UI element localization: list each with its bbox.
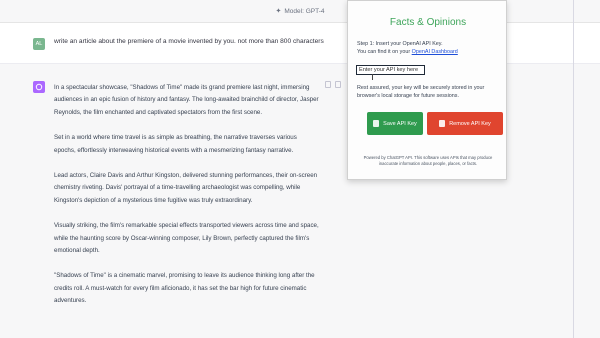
remove-api-key-button[interactable]: Remove API Key — [427, 112, 503, 135]
step-instructions: Step 1: Insert your OpenAI API Key. You … — [357, 40, 502, 56]
paragraph: "Shadows of Time" is a cinematic marvel,… — [54, 272, 315, 305]
sparkle-icon: ✦ — [275, 8, 282, 15]
text-cursor-icon — [372, 74, 373, 80]
step-line-2: You can find it on your OpenAI Dashboard — [357, 48, 502, 56]
save-icon — [373, 120, 380, 127]
scrollbar[interactable] — [573, 0, 574, 338]
paragraph: Set in a world where time travel is as s… — [54, 134, 297, 154]
model-label: Model: GPT-4 — [284, 7, 325, 15]
assistant-message-row: In a spectacular showcase, "Shadows of T… — [0, 64, 600, 338]
model-bar: ✦ Model: GPT-4 — [0, 0, 600, 23]
user-avatar: AL — [33, 38, 45, 50]
save-api-key-label: Save API Key — [383, 120, 417, 127]
popup-footer: Powered by ChatGPT API. This software us… — [363, 155, 493, 167]
openai-dashboard-link[interactable]: OpenAI Dashboard — [412, 49, 458, 55]
message-actions — [325, 81, 341, 88]
user-message-row: AL write an article about the premiere o… — [0, 24, 600, 64]
copy-icon[interactable] — [325, 81, 331, 88]
reassure-text: Rest assured, your key will be securely … — [357, 85, 485, 99]
paragraph: In a spectacular showcase, "Shadows of T… — [54, 84, 319, 116]
assistant-message-text: In a spectacular showcase, "Shadows of T… — [54, 82, 320, 321]
chat-area: ✦ Model: GPT-4 AL write an article about… — [0, 0, 600, 338]
paragraph: Lead actors, Claire Davis and Arthur Kin… — [54, 172, 318, 204]
user-message-text: write an article about the premiere of a… — [54, 38, 324, 45]
thumbs-up-icon[interactable] — [335, 81, 341, 88]
step-line-2-prefix: You can find it on your — [357, 49, 412, 55]
popup-title: Facts & Opinions — [389, 17, 467, 28]
api-key-popup: Facts & Opinions Step 1: Insert your Ope… — [347, 0, 507, 180]
step-line-1: Step 1: Insert your OpenAI API Key. — [357, 41, 443, 47]
save-api-key-button[interactable]: Save API Key — [367, 112, 423, 135]
openai-logo-icon — [33, 81, 45, 93]
remove-api-key-label: Remove API Key — [449, 120, 491, 127]
trash-icon — [439, 120, 446, 127]
paragraph: Visually striking, the film's remarkable… — [54, 222, 319, 255]
api-key-input[interactable] — [356, 65, 425, 75]
